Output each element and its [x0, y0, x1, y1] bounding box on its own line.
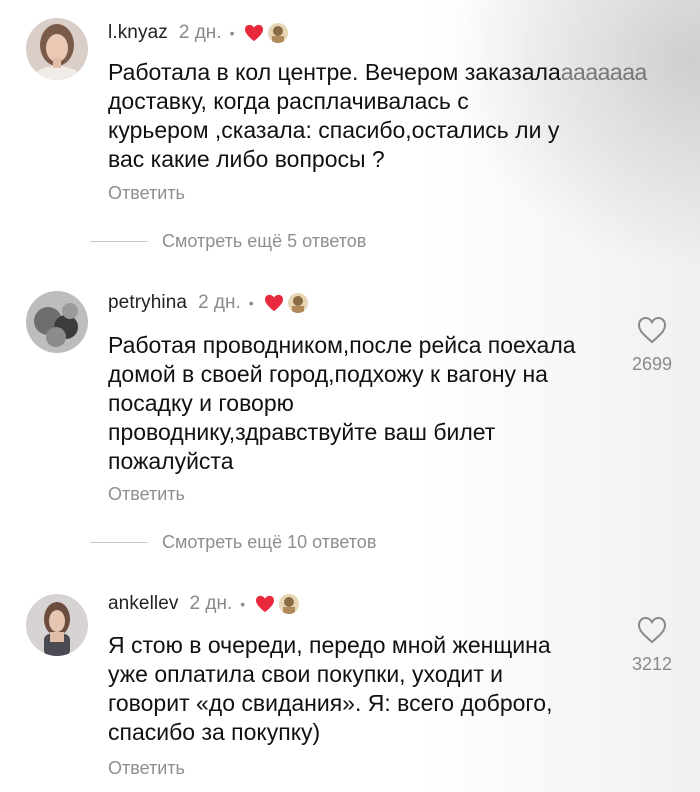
view-more-replies[interactable]: Смотреть ещё 10 ответов	[90, 532, 376, 553]
divider-line	[90, 241, 148, 242]
creator-avatar	[268, 23, 289, 43]
comment-text: Я стою в очереди, передо мной женщина уж…	[108, 632, 553, 745]
like-count: 2699	[631, 354, 673, 374]
creator-avatar	[279, 594, 300, 614]
view-more-replies-label[interactable]: Смотреть ещё 10 ответов	[162, 532, 376, 553]
reply-button[interactable]: Ответить	[108, 758, 185, 779]
heart-icon	[264, 294, 283, 312]
comment-text-overflow: ааааааа	[560, 59, 648, 85]
view-more-replies-label[interactable]: Смотреть ещё 5 ответов	[162, 231, 366, 252]
username[interactable]: ankellev	[108, 593, 179, 615]
avatar[interactable]	[26, 18, 88, 80]
username[interactable]: l.knyaz	[108, 22, 168, 44]
comment-text: Работала в кол центре. Вечером заказалаа…	[108, 58, 683, 174]
heart-outline-icon[interactable]	[637, 316, 667, 344]
heart-icon	[245, 24, 264, 42]
creator-avatar	[287, 293, 308, 313]
avatar[interactable]	[26, 291, 88, 353]
like-count: 3212	[631, 654, 673, 674]
separator-dot: •	[229, 25, 235, 41]
username[interactable]: petryhina	[108, 292, 187, 314]
like-control[interactable]: 2699	[620, 316, 684, 375]
timestamp: 2 дн.	[178, 22, 222, 43]
reply-button[interactable]: Ответить	[108, 484, 185, 505]
comment-text-main: Работала в кол центре. Вечером заказала	[108, 59, 561, 85]
reply-button[interactable]: Ответить	[108, 183, 185, 204]
separator-dot: •	[248, 295, 254, 311]
comment-text-rest: доставку, когда расплачивалась с курьеро…	[108, 88, 560, 172]
comment-text: Работая проводником,после рейса поехала …	[108, 332, 576, 474]
heart-outline-icon[interactable]	[637, 616, 667, 644]
like-control[interactable]: 3212	[620, 616, 684, 675]
heart-icon	[256, 595, 275, 613]
timestamp: 2 дн.	[189, 593, 233, 614]
avatar[interactable]	[26, 594, 88, 656]
divider-line	[90, 542, 148, 543]
separator-dot: •	[240, 596, 246, 612]
timestamp: 2 дн.	[198, 292, 241, 313]
view-more-replies[interactable]: Смотреть ещё 5 ответов	[90, 231, 366, 252]
